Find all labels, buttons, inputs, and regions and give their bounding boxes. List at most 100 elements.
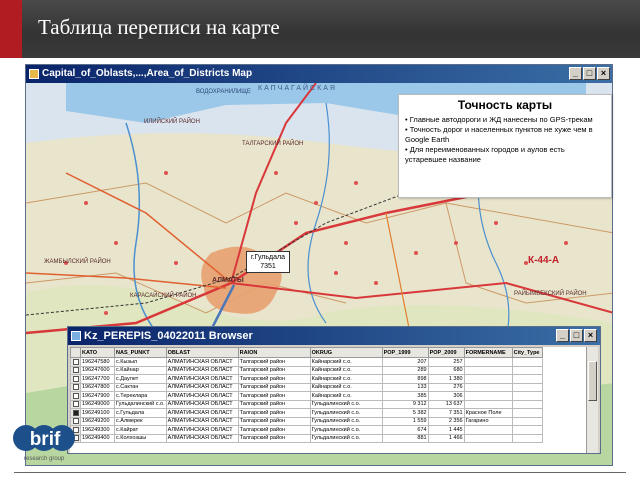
table-cell: с.Тереклара bbox=[114, 391, 167, 401]
table-row[interactable]: 196247580 с.Кызыл АЛМАТИНСКАЯ ОБЛАСТ Талгар… bbox=[70, 357, 543, 367]
table-row[interactable]: 196247700 с.Даулет АЛМАТИНСКАЯ ОБЛАСТ Талга… bbox=[70, 374, 543, 384]
row-select-checkbox[interactable] bbox=[70, 391, 81, 401]
browser-maximize-button[interactable]: □ bbox=[570, 329, 583, 342]
table-cell: 1 445 bbox=[427, 425, 465, 435]
table-row[interactable]: 196247600 с.Кайнар АЛМАТИНСКАЯ ОБЛАСТ Талга… bbox=[70, 365, 543, 375]
row-select-checkbox[interactable] bbox=[70, 408, 81, 418]
table-cell: 881 bbox=[381, 433, 429, 443]
browser-close-button[interactable]: × bbox=[584, 329, 597, 342]
table-cell: 196247900 bbox=[80, 391, 115, 401]
map-minimize-button[interactable]: _ bbox=[569, 67, 582, 80]
map-window-titlebar[interactable]: Capital_of_Oblasts,...,Area_of_Districts… bbox=[26, 65, 612, 83]
table-cell: 13 637 bbox=[427, 399, 465, 409]
browser-window[interactable]: Kz_PEREPIS_04022011 Browser _ □ × KATO NA… bbox=[67, 326, 601, 454]
table-row[interactable]: 196249300 с.Кайрат АЛМАТИНСКАЯ ОБЛАСТ Талга… bbox=[70, 425, 543, 435]
checkbox-icon[interactable] bbox=[72, 409, 79, 416]
city-callout-name: г.Гульдала bbox=[251, 254, 285, 261]
row-select-checkbox[interactable] bbox=[70, 399, 81, 409]
title-accent bbox=[0, 0, 22, 58]
browser-grid[interactable]: KATO NAS_PUNKT OBLAST RAION OKRUG POP_1999 POP… bbox=[70, 347, 586, 453]
table-cell: АЛМАТИНСКАЯ ОБЛАСТ bbox=[165, 408, 239, 418]
table-cell: 680 bbox=[427, 365, 465, 375]
checkbox-icon[interactable] bbox=[72, 392, 79, 399]
city-callout-population: 7351 bbox=[260, 263, 276, 270]
table-cell: 196247580 bbox=[80, 357, 115, 367]
table-row[interactable]: 196249000 Гульдалинский с.о. АЛМАТИНСКАЯ О… bbox=[70, 399, 543, 409]
accuracy-title: Точность карты bbox=[457, 98, 553, 112]
table-cell: Кайнарский с.о. bbox=[309, 365, 383, 375]
row-select-checkbox[interactable] bbox=[70, 374, 81, 384]
table-cell: 196249000 bbox=[80, 399, 115, 409]
table-cell: Гульдалинский с.о. bbox=[309, 425, 383, 435]
map-maximize-button[interactable]: □ bbox=[583, 67, 596, 80]
table-cell: Талгарский район bbox=[237, 382, 311, 392]
column-header[interactable]: OBLAST bbox=[165, 347, 239, 358]
scrollbar-thumb[interactable] bbox=[588, 361, 597, 401]
table-cell: 1 380 bbox=[427, 374, 465, 384]
table-cell: 257 bbox=[427, 357, 465, 367]
table-cell: Кайнарский с.о. bbox=[309, 374, 383, 384]
map-label-city: АЛМАТЫ bbox=[212, 277, 244, 284]
table-cell: 133 bbox=[381, 382, 429, 392]
column-header[interactable]: POP_2009 bbox=[427, 347, 465, 358]
column-header[interactable]: NAS_PUNKT bbox=[114, 347, 167, 358]
table-cell: с.Кайрат bbox=[114, 425, 167, 435]
table-cell bbox=[511, 416, 543, 426]
row-select-checkbox[interactable] bbox=[70, 357, 81, 367]
table-cell: Талгарский район bbox=[237, 425, 311, 435]
table-row[interactable]: 196249400 с.Колхозшы АЛМАТИНСКАЯ ОБЛАСТ Тал… bbox=[70, 433, 543, 443]
table-header-row: KATO NAS_PUNKT OBLAST RAION OKRUG POP_1999 POP… bbox=[70, 347, 543, 358]
table-row[interactable]: 196247800 с.Сактан АЛМАТИНСКАЯ ОБЛАСТ Талга… bbox=[70, 382, 543, 392]
table-cell: 306 bbox=[427, 391, 465, 401]
row-select-checkbox[interactable] bbox=[70, 382, 81, 392]
table-cell bbox=[511, 399, 543, 409]
table-cell: АЛМАТИНСКАЯ ОБЛАСТ bbox=[165, 374, 239, 384]
accuracy-bullet-text: Главные автодороги и ЖД нанесены по GPS-… bbox=[409, 115, 593, 124]
table-row[interactable]: 196249100 с.Гульдала АЛМАТИНСКАЯ ОБЛАСТ Тал… bbox=[70, 408, 543, 418]
logo-tagline: research group bbox=[24, 456, 65, 462]
accuracy-bullet-text: Точность дорог и населенных пунктов не х… bbox=[405, 125, 593, 144]
browser-vertical-scrollbar[interactable] bbox=[586, 347, 598, 453]
row-select-checkbox[interactable] bbox=[70, 365, 81, 375]
table-cell bbox=[511, 365, 543, 375]
table-cell: 9 312 bbox=[381, 399, 429, 409]
table-cell: АЛМАТИНСКАЯ ОБЛАСТ bbox=[165, 416, 239, 426]
column-header[interactable]: RAION bbox=[237, 347, 311, 358]
checkbox-icon[interactable] bbox=[72, 384, 79, 391]
table-cell bbox=[463, 433, 513, 443]
table-cell bbox=[463, 357, 513, 367]
table-cell: Кайнарский с.о. bbox=[309, 382, 383, 392]
table-row[interactable]: 196247900 с.Тереклара АЛМАТИНСКАЯ ОБЛАСТ Та… bbox=[70, 391, 543, 401]
table-cell bbox=[463, 365, 513, 375]
table-cell: Гульдалинский с.о. bbox=[309, 433, 383, 443]
table-cell: с.Колхозшы bbox=[114, 433, 167, 443]
checkbox-icon[interactable] bbox=[72, 358, 79, 365]
table-cell: Талгарский район bbox=[237, 374, 311, 384]
checkbox-icon[interactable] bbox=[72, 375, 79, 382]
table-cell: с.Алмерек bbox=[114, 416, 167, 426]
table-cell bbox=[511, 391, 543, 401]
table-cell: Гульдалинский с.о. bbox=[309, 408, 383, 418]
table-cell: АЛМАТИНСКАЯ ОБЛАСТ bbox=[165, 425, 239, 435]
checkbox-icon[interactable] bbox=[72, 367, 79, 374]
map-close-button[interactable]: × bbox=[597, 67, 610, 80]
accuracy-bullet: • Точность дорог и населенных пунктов не… bbox=[405, 125, 593, 144]
table-cell: Кайнарский с.о. bbox=[309, 391, 383, 401]
title-bar: Таблица переписи на карте bbox=[0, 0, 640, 58]
column-header[interactable]: OKRUG bbox=[309, 347, 383, 358]
column-header[interactable]: City_Type bbox=[511, 347, 543, 358]
browser-window-titlebar[interactable]: Kz_PEREPIS_04022011 Browser _ □ × bbox=[68, 327, 600, 345]
column-header[interactable]: POP_1999 bbox=[381, 347, 429, 358]
table-cell bbox=[463, 399, 513, 409]
checkbox-icon[interactable] bbox=[72, 401, 79, 408]
column-header[interactable]: FORMERNAME bbox=[463, 347, 513, 358]
table-row[interactable]: 196249200 с.Алмерек АЛМАТИНСКАЯ ОБЛАСТ Талг… bbox=[70, 416, 543, 426]
table-cell: 196247700 bbox=[80, 374, 115, 384]
table-cell bbox=[463, 374, 513, 384]
table-cell: Гагарино bbox=[463, 416, 513, 426]
table-cell: 289 bbox=[381, 365, 429, 375]
browser-minimize-button[interactable]: _ bbox=[556, 329, 569, 342]
accuracy-bullet: • Главные автодороги и ЖД нанесены по GP… bbox=[405, 115, 593, 124]
column-header[interactable]: KATO bbox=[80, 347, 115, 358]
table-cell bbox=[511, 425, 543, 435]
